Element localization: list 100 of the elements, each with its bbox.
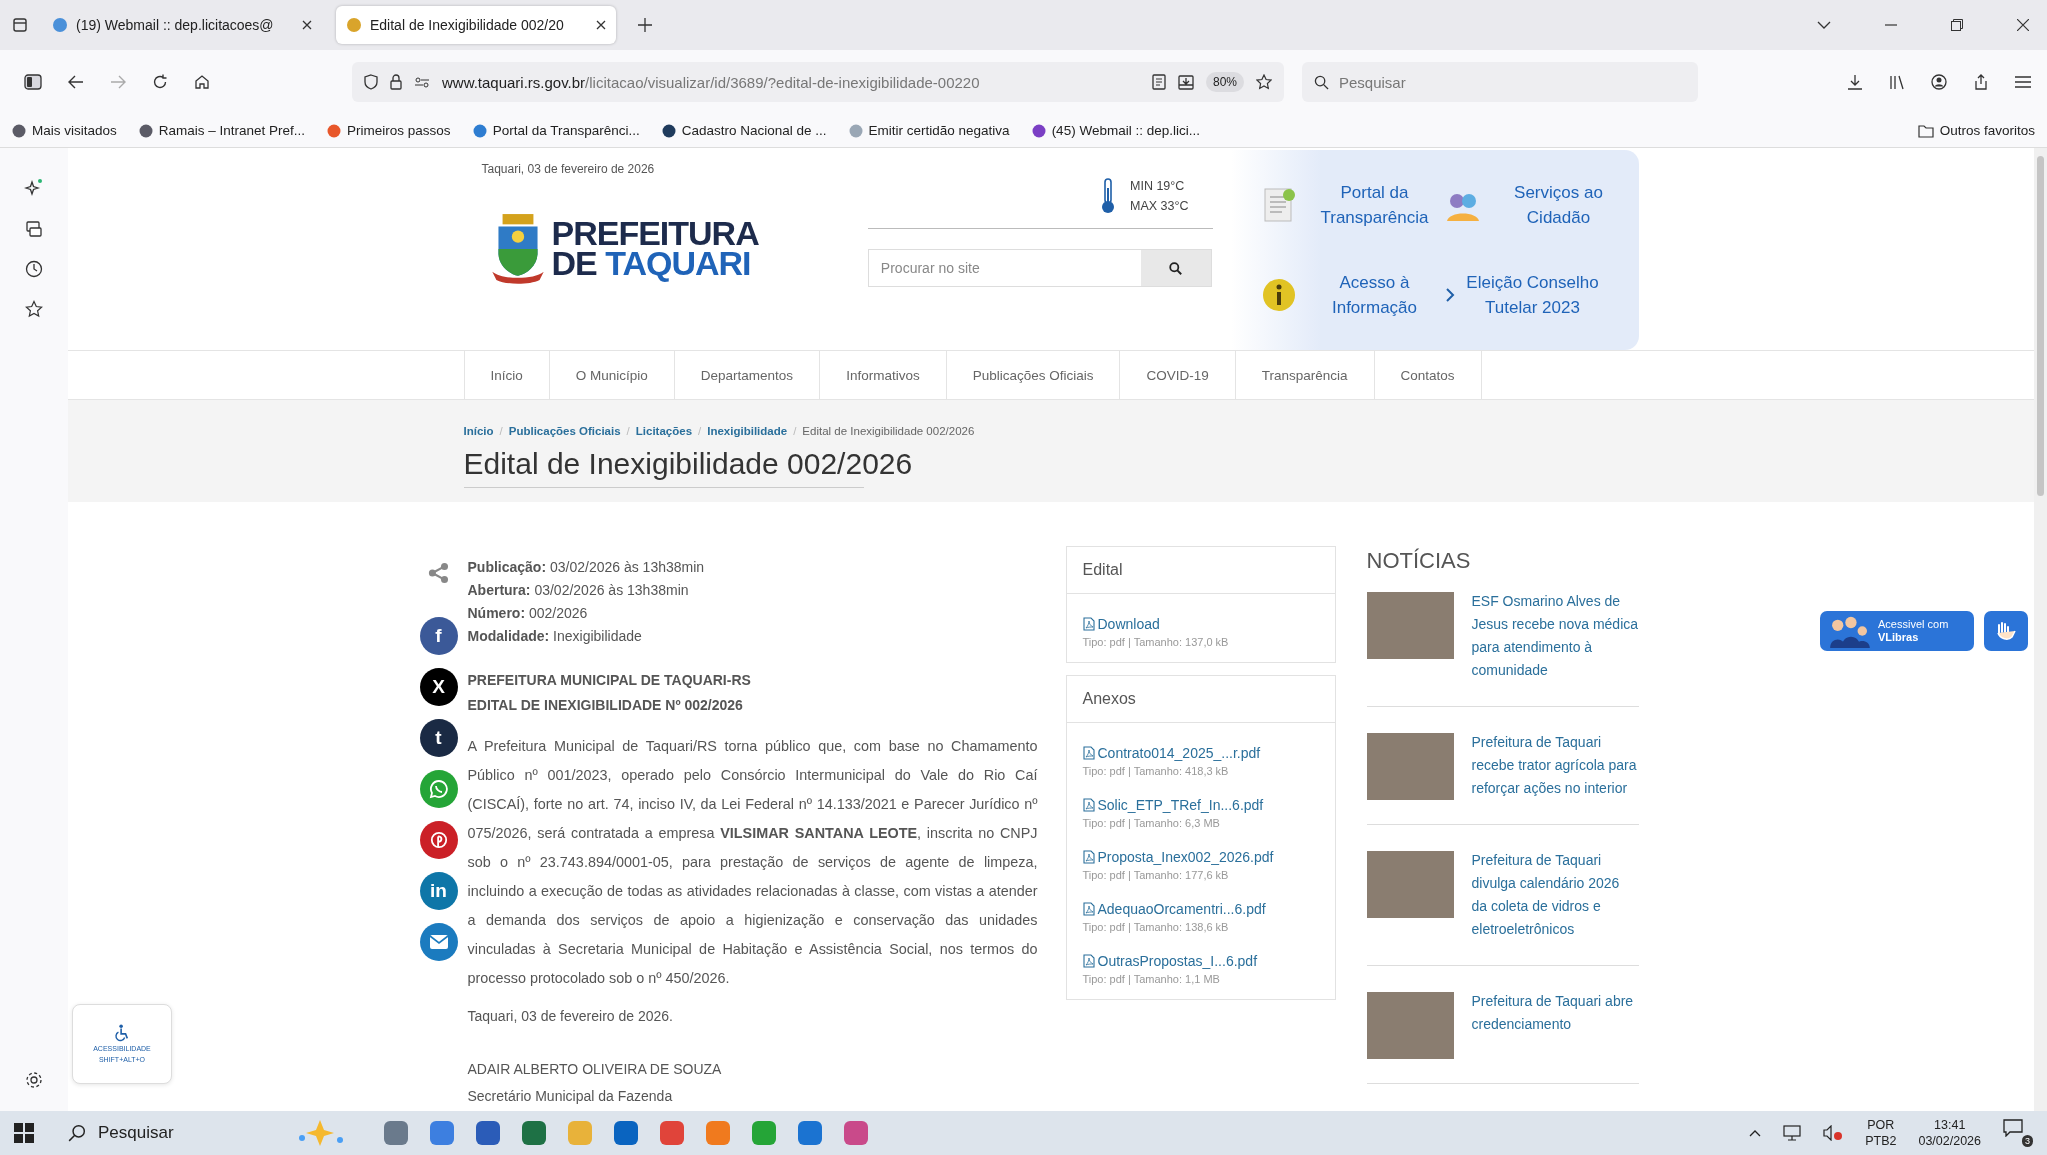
quick-link[interactable]: Acesso à Informação (1260, 270, 1445, 320)
bookmark[interactable]: Mais visitados (12, 123, 117, 138)
app-icon[interactable] (613, 1120, 639, 1146)
nav-item[interactable]: O Município (549, 351, 675, 399)
windows-start-icon[interactable] (14, 1123, 34, 1143)
nav-item[interactable]: Departamentos (674, 351, 821, 399)
reader-view-icon[interactable] (1151, 74, 1166, 90)
settings-icon[interactable] (25, 1071, 43, 1089)
share-button[interactable] (419, 770, 458, 808)
synced-tabs-icon[interactable] (25, 220, 43, 238)
share-button[interactable] (419, 923, 458, 961)
nav-item[interactable]: Contatos (1374, 351, 1482, 399)
app-icon[interactable] (751, 1120, 777, 1146)
breadcrumb-item[interactable]: Licitações (635, 425, 693, 437)
browser-tab[interactable]: (19) Webmail :: dep.licitacoes@ (42, 6, 322, 44)
bookmark[interactable]: Cadastro Nacional de ... (661, 123, 827, 138)
quick-link[interactable]: Portal da Transparência (1260, 180, 1445, 230)
nav-item[interactable]: COVID-19 (1120, 351, 1236, 399)
pin-icon (429, 831, 448, 849)
library-icon[interactable] (1889, 74, 1905, 90)
scrollbar[interactable] (2034, 148, 2047, 1111)
network-icon[interactable] (1783, 1125, 1802, 1141)
quick-link[interactable]: Eleição Conselho Tutelar 2023 (1444, 270, 1629, 320)
shield-icon[interactable] (364, 74, 378, 90)
history-icon[interactable] (25, 260, 43, 278)
notifications-button[interactable]: 3 (2003, 1119, 2033, 1147)
bookmark[interactable]: Ramais – Intranet Pref... (138, 123, 306, 138)
maximize-icon[interactable] (1951, 19, 1963, 31)
search-button[interactable] (1140, 250, 1211, 286)
news-link[interactable]: Prefeitura de Taquari recebe trator agrícola para reforçar ações no interior (1471, 731, 1639, 800)
bookmark[interactable]: Primeiros passos (327, 123, 451, 138)
lock-icon[interactable] (390, 74, 402, 90)
permissions-icon[interactable] (414, 76, 430, 88)
signature-name: ADAIR ALBERTO OLIVEIRA DE SOUZA (467, 1060, 723, 1079)
download-icon[interactable] (1847, 74, 1863, 90)
app-icon[interactable] (843, 1120, 869, 1146)
new-tab-icon[interactable] (638, 18, 652, 32)
file-link[interactable]: Solic_ETP_TRef_In...6.pdf (1082, 797, 1319, 813)
site-logo[interactable]: PREFEITURA DE TAQUARI (491, 212, 862, 284)
app-icon[interactable] (429, 1120, 455, 1146)
search-field[interactable]: Pesquisar (1302, 62, 1698, 102)
bookmark[interactable]: Emitir certidão negativa (848, 123, 1010, 138)
news-link[interactable]: Prefeitura de Taquari divulga calendário 2026 da coleta de vidros e eletroeletrônicos (1471, 849, 1639, 941)
nav-item[interactable]: Início (463, 351, 550, 399)
sign-language-button[interactable] (1984, 611, 2028, 651)
zoom-level[interactable]: 80% (1205, 72, 1244, 92)
share-button[interactable]: t (419, 719, 458, 757)
sparkle-icon[interactable] (24, 178, 44, 198)
close-icon[interactable] (2017, 19, 2029, 31)
breadcrumb-item[interactable]: Início (463, 425, 494, 437)
account-icon[interactable] (1931, 74, 1947, 90)
file-link[interactable]: OutrasPropostas_I...6.pdf (1082, 953, 1319, 969)
vlibras-button[interactable]: Acessivel com VLibras (1820, 611, 1974, 651)
address-bar[interactable]: www.taquari.rs.gov.br/licitacao/visualizar/id/3689/?edital-de-inexigibilidade-00220 80% (352, 62, 1284, 102)
breadcrumb-separator: / (793, 425, 797, 437)
back-icon[interactable] (68, 75, 84, 89)
app-icon[interactable] (521, 1120, 547, 1146)
breadcrumb-item[interactable]: Publicações Oficiais (508, 425, 621, 437)
news-link[interactable]: Prefeitura de Taquari abre credenciamento (1471, 990, 1639, 1059)
muted-speaker-icon[interactable] (1823, 1125, 1844, 1141)
app-icon[interactable] (797, 1120, 823, 1146)
bookmark[interactable]: Portal da Transparênci... (472, 123, 640, 138)
news-link[interactable]: ESF Osmarino Alves de Jesus recebe nova médica para atendimento à comunidade (1471, 590, 1639, 682)
share-button[interactable]: f (419, 617, 458, 655)
nav-item[interactable]: Transparência (1235, 351, 1375, 399)
chevron-up-icon[interactable] (1749, 1129, 1762, 1137)
share-button[interactable]: X (419, 668, 458, 706)
file-link[interactable]: AdequaoOrcamentri...6.pdf (1082, 901, 1319, 917)
share-button[interactable]: in (419, 872, 458, 910)
clock[interactable]: 13:41 03/02/2026 (1918, 1117, 1981, 1149)
star-icon[interactable] (1256, 74, 1272, 90)
close-icon[interactable] (596, 20, 606, 30)
close-icon[interactable] (302, 20, 312, 30)
reload-icon[interactable] (152, 74, 168, 90)
tab-list-icon[interactable] (12, 17, 28, 33)
url-text[interactable]: www.taquari.rs.gov.br/licitacao/visualizar/id/3689/?edital-de-inexigibilidade-00220 (442, 73, 1140, 91)
menu-icon[interactable] (2015, 76, 2031, 88)
chevron-down-icon[interactable] (1817, 21, 1831, 29)
browser-tab[interactable]: Edital de Inexigibilidade 002/20 (336, 6, 616, 44)
app-icon[interactable] (383, 1120, 409, 1146)
bookmark[interactable]: (45) Webmail :: dep.lici... (1031, 123, 1200, 138)
star-icon[interactable] (25, 300, 43, 318)
home-icon[interactable] (194, 74, 210, 90)
signature-role: Secretário Municipal da Fazenda (467, 1087, 674, 1106)
input-language[interactable]: POR PTB2 (1865, 1117, 1897, 1149)
nav-item[interactable]: Publicações Oficiais (946, 351, 1121, 399)
taskbar-search-field[interactable]: Pesquisar (68, 1123, 268, 1143)
site-search-field[interactable]: Procurar no site (867, 249, 1212, 287)
nav-item[interactable]: Informativos (820, 351, 947, 399)
bookmark-folder[interactable]: Outros favoritos (1917, 123, 2035, 138)
file-link[interactable]: Proposta_Inex002_2026.pdf (1082, 849, 1319, 865)
quick-link[interactable]: Serviços ao Cidadão (1444, 180, 1629, 230)
breadcrumb-item[interactable]: Inexigibilidade (707, 425, 788, 437)
app-icon[interactable] (475, 1120, 501, 1146)
app-icon[interactable] (659, 1120, 685, 1146)
share-button[interactable] (419, 821, 458, 859)
share-icon[interactable] (1973, 74, 1989, 90)
sidebar-toggle-icon[interactable] (24, 74, 42, 90)
file-link[interactable]: Download (1082, 616, 1319, 632)
file-link[interactable]: Contrato014_2025_...r.pdf (1082, 745, 1319, 761)
